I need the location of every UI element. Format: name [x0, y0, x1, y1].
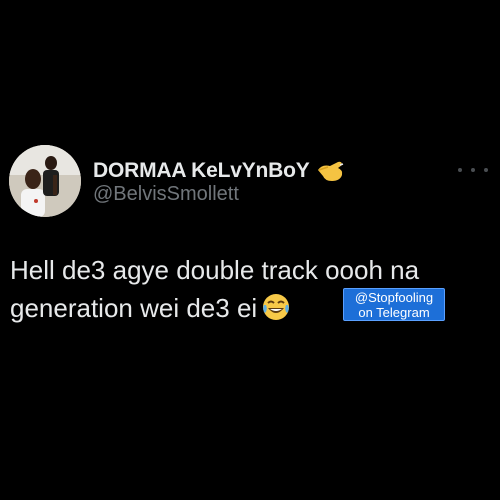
author-handle[interactable]: @BelvisSmollett	[93, 183, 239, 206]
tweet-card: DORMAA KeLvYnBoY @BelvisSmollett Hell de…	[0, 0, 500, 500]
more-options-dot	[484, 168, 488, 172]
watermark-badge: @Stopfooling on Telegram	[343, 288, 445, 321]
author-name-row: DORMAA KeLvYnBoY	[93, 157, 346, 185]
tweet-text-line-2: generation wei de3 ei	[10, 293, 258, 323]
more-options-icon	[458, 168, 462, 172]
tears-of-joy-icon	[261, 292, 291, 322]
display-name[interactable]: DORMAA KeLvYnBoY	[93, 159, 310, 183]
avatar[interactable]	[9, 145, 81, 217]
watermark-line-2: on Telegram	[358, 305, 430, 320]
profile-photo-icon	[9, 145, 81, 217]
watermark-line-1: @Stopfooling	[354, 290, 434, 305]
saluting-hand-icon	[316, 158, 346, 184]
more-options-dot	[471, 168, 475, 172]
tweet-text-line-1: Hell de3 agye double track oooh na	[10, 255, 420, 285]
more-options-button[interactable]	[458, 160, 488, 180]
